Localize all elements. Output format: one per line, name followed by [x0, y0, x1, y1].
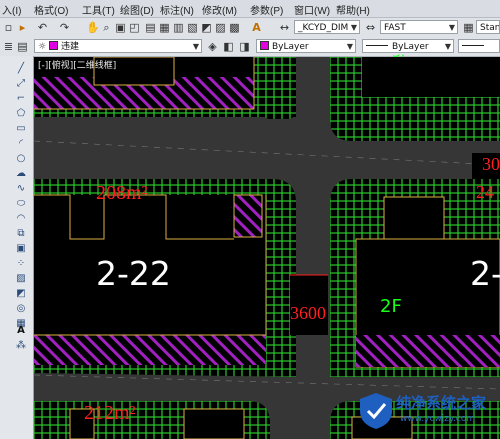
- new-icon[interactable]: ▫: [2, 21, 15, 34]
- watermark-shield-icon: [360, 393, 392, 429]
- hatch-icon[interactable]: ▨: [14, 272, 28, 285]
- building-name-partial: 2-: [470, 254, 500, 293]
- line-icon[interactable]: ╱: [14, 62, 28, 75]
- textstyle-icon: ⇔: [365, 21, 376, 34]
- floor-label-2f: 2F: [380, 296, 402, 317]
- watermark-logo: 纯净系统之家 www.ycwjzy.com: [356, 383, 498, 437]
- dimstyle-select[interactable]: _KCYD_DIM ▼: [294, 20, 360, 34]
- circle-icon[interactable]: ○: [14, 152, 28, 165]
- polyline-icon[interactable]: ⌐: [14, 92, 28, 105]
- layer-color-swatch: [48, 41, 58, 50]
- text-style-icon[interactable]: A: [250, 21, 263, 34]
- design-center-icon[interactable]: ▦: [158, 21, 171, 34]
- menu-dimension[interactable]: 标注(N): [160, 2, 194, 17]
- partial-label-30: 30: [482, 154, 500, 174]
- lineweight-sample: [462, 45, 484, 46]
- textstyle-select[interactable]: FAST ▼: [380, 20, 458, 34]
- make-current-icon[interactable]: ◈: [206, 40, 219, 53]
- menu-parameters[interactable]: 参数(P): [250, 2, 283, 17]
- lineweight-select[interactable]: [458, 39, 500, 53]
- menu-window[interactable]: 窗口(W): [294, 2, 330, 17]
- block-top-right: [330, 57, 500, 141]
- dimstyle-icon: ↔: [279, 21, 290, 34]
- menu-help[interactable]: 帮助(H): [336, 2, 370, 17]
- ellipse-icon[interactable]: ⬭: [14, 197, 28, 210]
- color-swatch: [260, 41, 269, 50]
- spline-icon[interactable]: ∿: [14, 182, 28, 195]
- insert-block-icon[interactable]: ⧉: [14, 227, 28, 240]
- zoom-previous-icon[interactable]: ◰: [128, 21, 141, 34]
- drawing-canvas[interactable]: [34, 57, 500, 439]
- draw-toolbar: ╱ ⤢ ⌐ ⬠ ▭ ◜ ○ ☁ ∿ ⬭ ◠ ⧉ ▣ ⁘ ▨ ◩ ◎ ▦ A ⁂: [0, 56, 34, 439]
- undo-icon[interactable]: ↶: [36, 21, 49, 34]
- tablestyle-icon: ▦: [463, 21, 474, 34]
- ellipse-arc-icon[interactable]: ◠: [14, 212, 28, 225]
- standard-toolbar: ▫ ▸ ↶ ↷ ✋ ⌕ ▣ ◰ ▤ ▦ ▥ ▧ ◩ ▨ ▩ A ↔ _KCYD_…: [0, 18, 500, 38]
- tool-palette-icon[interactable]: ▥: [172, 21, 185, 34]
- menu-format[interactable]: 格式(O): [34, 2, 68, 17]
- add-selected-icon[interactable]: ⁂: [14, 339, 28, 352]
- partial-label-24: 24: [476, 182, 494, 202]
- pan-icon[interactable]: ✋: [86, 21, 100, 34]
- menu-draw[interactable]: 绘图(D): [120, 2, 154, 17]
- layer-select[interactable]: ☼ 违建 ▼: [34, 39, 202, 53]
- block-bottom-left: [34, 401, 270, 439]
- zoom-realtime-icon[interactable]: ⌕: [100, 21, 113, 34]
- open-icon[interactable]: ▸: [16, 21, 29, 34]
- zoom-window-icon[interactable]: ▣: [114, 21, 127, 34]
- layer-state-icon[interactable]: ▤: [16, 40, 29, 53]
- menu-bar: 入(I) 格式(O) 工具(T) 绘图(D) 标注(N) 修改(M) 参数(P)…: [0, 0, 500, 18]
- gradient-icon[interactable]: ◩: [14, 287, 28, 300]
- polygon-icon[interactable]: ⬠: [14, 107, 28, 120]
- watermark-url: www.ycwjzy.com: [400, 414, 476, 424]
- area-label-208: 208m²: [96, 182, 148, 204]
- linetype-sample: [366, 45, 388, 46]
- region-icon[interactable]: ◎: [14, 302, 28, 315]
- layers-toolbar: ≣ ▤ ☼ 违建 ▼ ◈ ◧ ◨ ByLayer ▼ ByLayer ▼: [0, 37, 500, 57]
- construction-line-icon[interactable]: ⤢: [14, 77, 28, 90]
- redo-icon[interactable]: ↷: [58, 21, 71, 34]
- watermark-title: 纯净系统之家: [396, 394, 487, 412]
- workspace-select[interactable]: Stan: [476, 20, 500, 34]
- mtext-icon[interactable]: A: [14, 324, 28, 337]
- help-icon[interactable]: ▩: [228, 21, 241, 34]
- viewport-controls[interactable]: [-][俯视][二维线框]: [38, 58, 116, 71]
- layer-previous-icon[interactable]: ◧: [222, 40, 235, 53]
- layer-match-icon[interactable]: ◨: [238, 40, 251, 53]
- area-label-212: 212m²: [84, 402, 136, 424]
- point-icon[interactable]: ⁘: [14, 257, 28, 270]
- sheet-set-icon[interactable]: ▧: [186, 21, 199, 34]
- dimension-label-3600: 3600: [290, 303, 326, 323]
- color-select[interactable]: ByLayer ▼: [256, 39, 356, 53]
- revcloud-icon[interactable]: ☁: [14, 167, 28, 180]
- arc-icon[interactable]: ◜: [14, 137, 28, 150]
- linetype-select[interactable]: ByLayer ▼: [362, 39, 454, 53]
- layer-on-icon: ☼: [38, 42, 47, 52]
- menu-modify[interactable]: 修改(M): [202, 2, 237, 17]
- building-name-2-22: 2-22: [96, 254, 171, 293]
- menu-insert[interactable]: 入(I): [2, 2, 21, 17]
- rectangle-icon[interactable]: ▭: [14, 122, 28, 135]
- make-block-icon[interactable]: ▣: [14, 242, 28, 255]
- quickcalc-icon[interactable]: ▨: [214, 21, 227, 34]
- markup-icon[interactable]: ◩: [200, 21, 213, 34]
- layer-manager-icon[interactable]: ≣: [2, 40, 15, 53]
- properties-icon[interactable]: ▤: [144, 21, 157, 34]
- menu-tools[interactable]: 工具(T): [82, 2, 115, 17]
